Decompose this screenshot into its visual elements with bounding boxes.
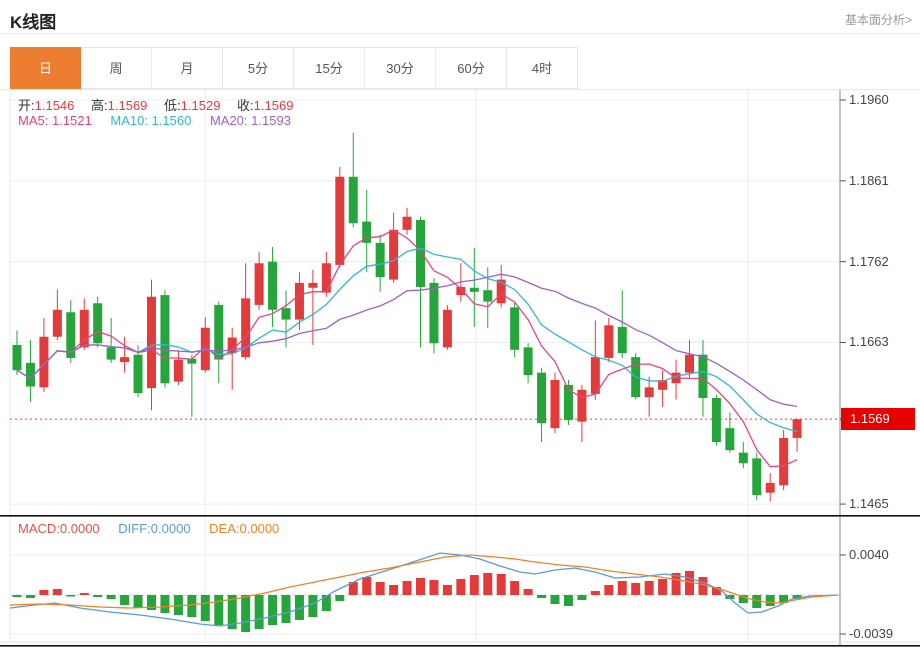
tab-30min[interactable]: 30分: [365, 47, 436, 89]
tabs-bottom-border: [0, 89, 920, 90]
ohlc-high-value: 1.1569: [108, 98, 148, 113]
ma10-readout: MA10: 1.1560: [110, 113, 191, 128]
tab-week[interactable]: 周: [81, 47, 152, 89]
tab-5min[interactable]: 5分: [223, 47, 294, 89]
price-tick-1.1465: 1.1465: [849, 495, 889, 513]
fundamental-analysis-link[interactable]: 基本面分析>: [845, 11, 912, 28]
dea-value: DEA:0.0000: [209, 521, 279, 536]
macd-readout: MACD:0.0000 DIFF:0.0000 DEA:0.0000: [18, 521, 279, 536]
ma20-readout: MA20: 1.1593: [210, 113, 291, 128]
price-tick-1.1762: 1.1762: [849, 253, 889, 271]
diff-value: DIFF:0.0000: [118, 521, 190, 536]
ohlc-readout: 开:1.1546 高:1.1569 低:1.1529 收:1.1569: [18, 95, 306, 114]
page-title: K线图: [10, 8, 56, 33]
current-price-tag: 1.1569: [841, 408, 915, 430]
macd-tick--0.0039: -0.0039: [849, 625, 893, 643]
macd-value: MACD:0.0000: [18, 521, 100, 536]
ohlc-close-label: 收:: [237, 95, 254, 114]
tab-day[interactable]: 日: [10, 47, 81, 89]
macd-tick-0.0040: 0.0040: [849, 546, 889, 564]
tab-15min[interactable]: 15分: [294, 47, 365, 89]
ohlc-open-label: 开:: [18, 95, 35, 114]
price-tick-1.1960: 1.1960: [849, 91, 889, 109]
tab-60min[interactable]: 60分: [436, 47, 507, 89]
kline-panel: K线图 基本面分析> 日 周 月 5分 15分 30分 60分 4时 开:1.1…: [0, 0, 920, 648]
ohlc-open-value: 1.1546: [35, 98, 75, 113]
ohlc-low-label: 低:: [164, 95, 181, 114]
ohlc-high-label: 高:: [91, 95, 108, 114]
header-divider: [0, 33, 920, 34]
tab-4hour[interactable]: 4时: [507, 47, 578, 89]
tab-month[interactable]: 月: [152, 47, 223, 89]
ma-readout: MA5: 1.1521 MA10: 1.1560 MA20: 1.1593: [18, 113, 291, 128]
period-tabs: 日 周 月 5分 15分 30分 60分 4时: [10, 47, 578, 89]
ohlc-close-value: 1.1569: [254, 98, 294, 113]
price-tick-1.1861: 1.1861: [849, 172, 889, 190]
ma5-readout: MA5: 1.1521: [18, 113, 92, 128]
ohlc-low-value: 1.1529: [181, 98, 221, 113]
price-tick-1.1663: 1.1663: [849, 333, 889, 351]
